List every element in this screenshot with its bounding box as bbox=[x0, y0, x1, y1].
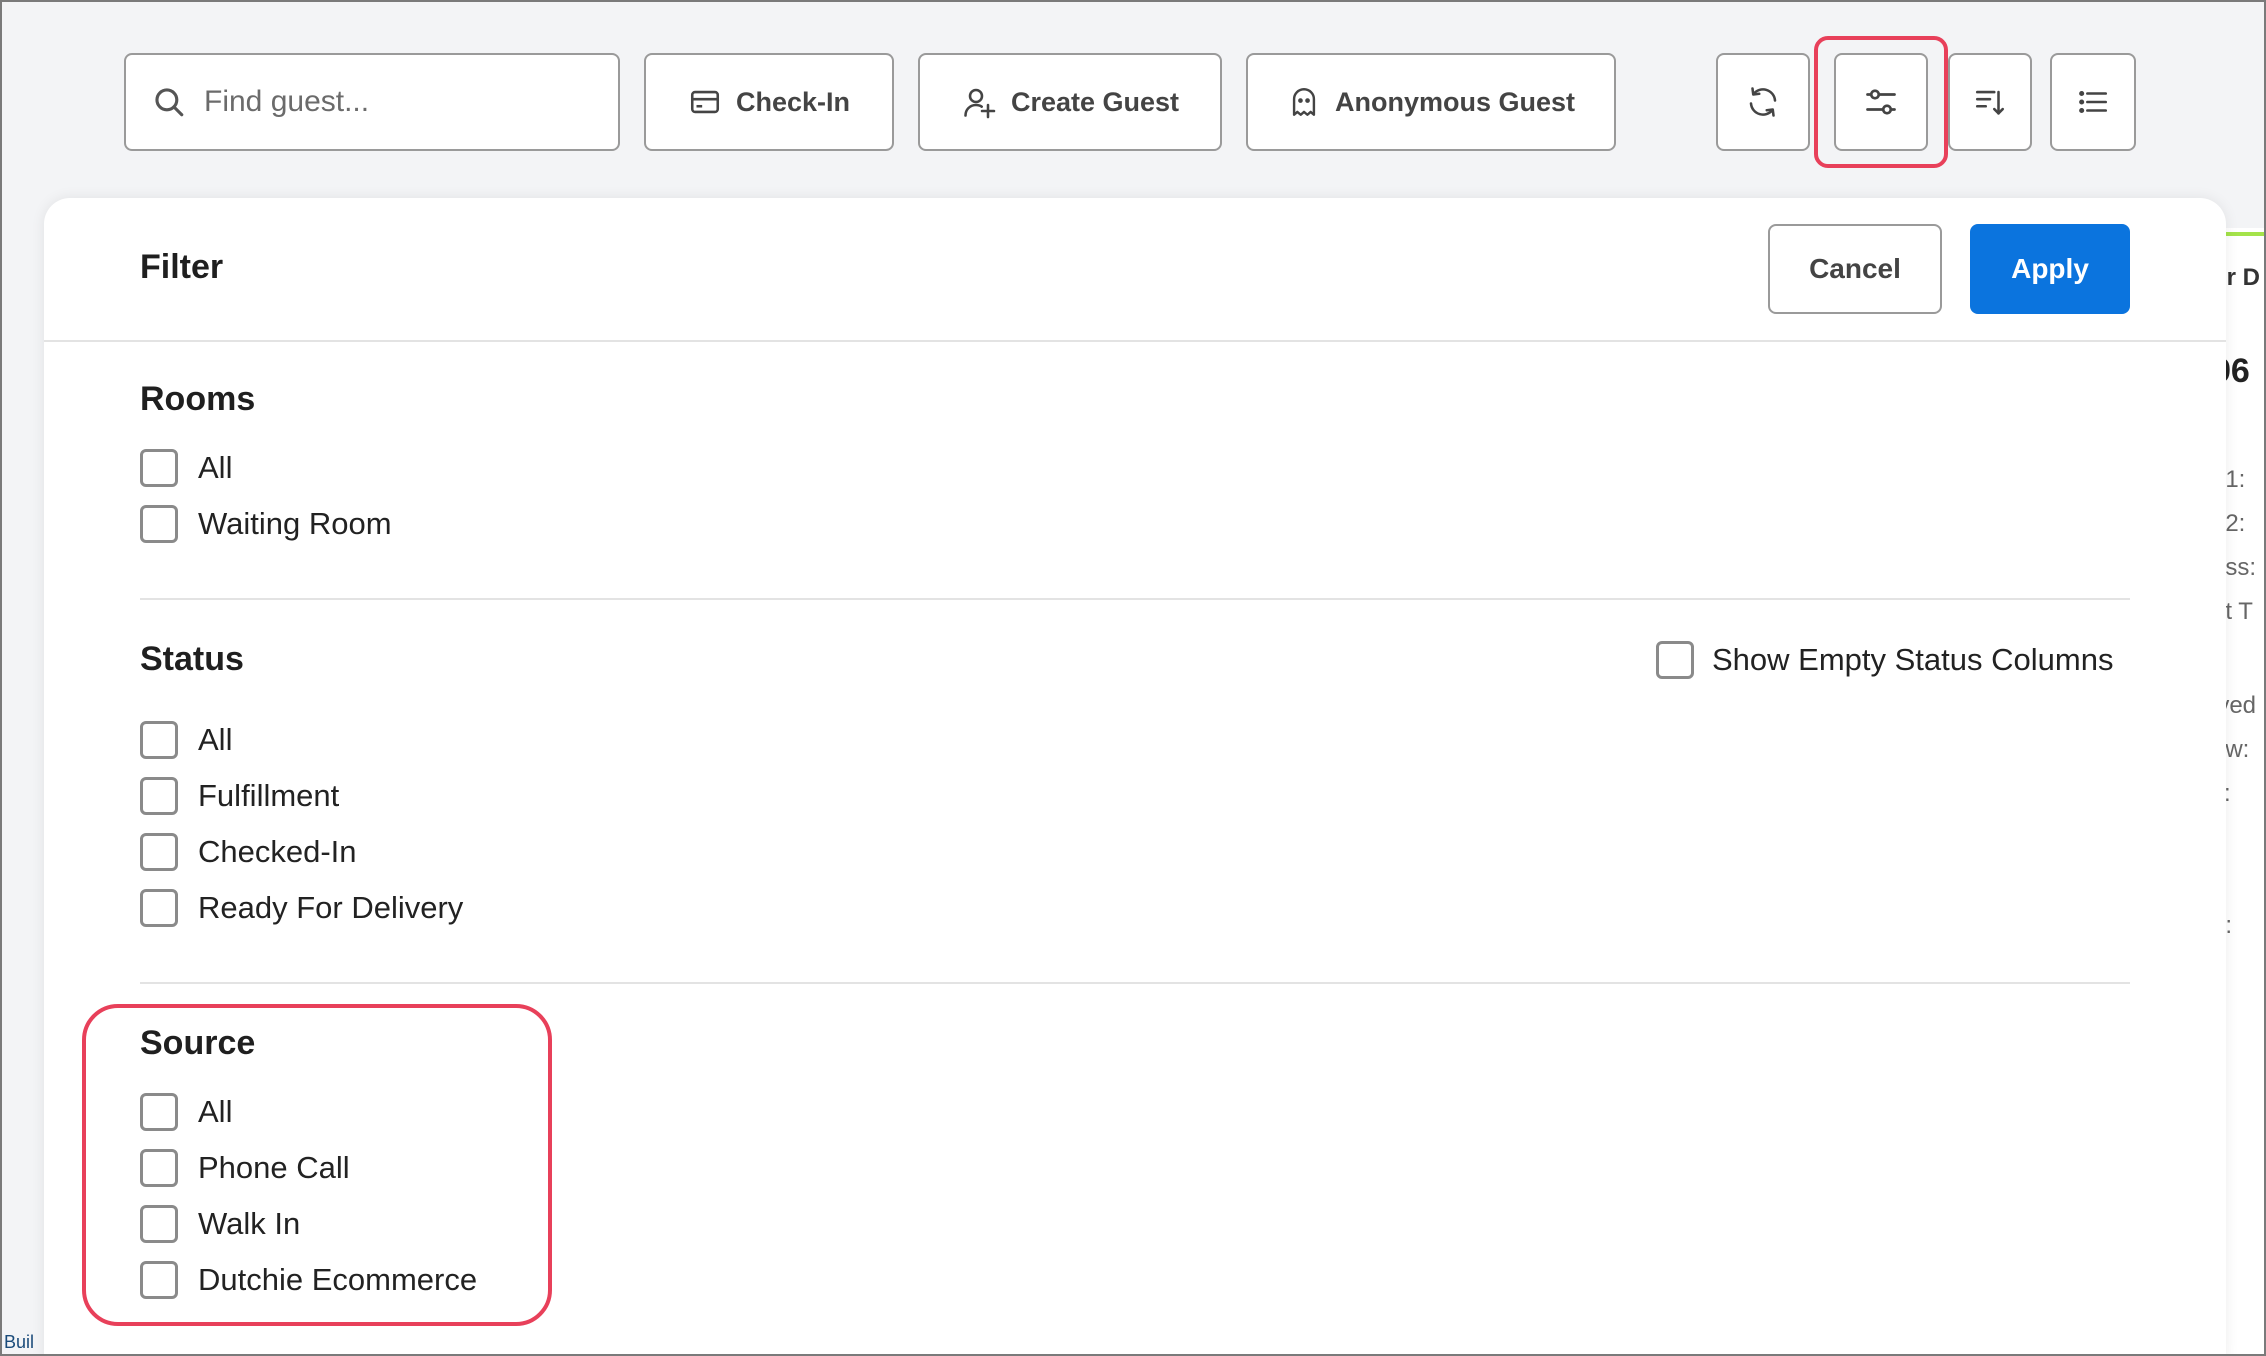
option-label: All bbox=[198, 450, 233, 485]
checkbox[interactable] bbox=[140, 1261, 178, 1299]
section-divider bbox=[140, 982, 2130, 984]
option-label: Show Empty Status Columns bbox=[1712, 642, 2114, 677]
filter-title: Filter bbox=[140, 248, 224, 286]
rooms-option-waiting-room[interactable]: Waiting Room bbox=[140, 504, 392, 544]
checkbox[interactable] bbox=[140, 1149, 178, 1187]
checkbox[interactable] bbox=[140, 721, 178, 759]
list-icon bbox=[2079, 90, 2108, 114]
source-option-walk-in[interactable]: Walk In bbox=[140, 1204, 300, 1244]
source-section-title: Source bbox=[140, 1024, 256, 1062]
option-label: Ready For Delivery bbox=[198, 890, 464, 925]
status-option-all[interactable]: All bbox=[140, 720, 232, 760]
option-label: Walk In bbox=[198, 1206, 301, 1241]
filter-panel: Filter Cancel Apply Rooms All Waiting Ro… bbox=[44, 198, 2226, 1354]
option-label: Dutchie Ecommerce bbox=[198, 1262, 478, 1297]
anonymous-guest-button[interactable]: Anonymous Guest bbox=[1246, 53, 1616, 151]
rooms-option-all[interactable]: All bbox=[140, 448, 232, 488]
source-option-all[interactable]: All bbox=[140, 1092, 232, 1132]
create-guest-label: Create Guest bbox=[1010, 86, 1180, 117]
option-label: Fulfillment bbox=[198, 778, 340, 813]
create-guest-button[interactable]: Create Guest bbox=[918, 53, 1222, 151]
section-divider bbox=[140, 598, 2130, 600]
status-option-ready-for-delivery[interactable]: Ready For Delivery bbox=[140, 888, 463, 928]
footer-text[interactable]: Buil bbox=[4, 1332, 34, 1353]
status-section-title: Status bbox=[140, 640, 244, 678]
checkbox[interactable] bbox=[140, 889, 178, 927]
source-option-dutchie-ecommerce[interactable]: Dutchie Ecommerce bbox=[140, 1260, 477, 1300]
cancel-button[interactable]: Cancel bbox=[1768, 224, 1942, 314]
page: Check-In Create Guest Anonymous Guest or… bbox=[0, 0, 2266, 1356]
checkbox[interactable] bbox=[140, 449, 178, 487]
checkbox[interactable] bbox=[140, 833, 178, 871]
search-input[interactable] bbox=[204, 85, 584, 119]
refresh-button[interactable] bbox=[1716, 53, 1810, 151]
refresh-icon bbox=[1749, 87, 1777, 117]
add-user-icon bbox=[964, 88, 996, 119]
status-option-fulfillment[interactable]: Fulfillment bbox=[140, 776, 339, 816]
search-icon bbox=[155, 88, 184, 117]
list-view-button[interactable] bbox=[2050, 53, 2136, 151]
status-option-checked-in[interactable]: Checked-In bbox=[140, 832, 357, 872]
ghost-icon bbox=[1292, 88, 1316, 116]
show-empty-status-columns-option[interactable]: Show Empty Status Columns bbox=[1656, 640, 2113, 680]
checkbox[interactable] bbox=[140, 777, 178, 815]
checkbox[interactable] bbox=[140, 1205, 178, 1243]
checkbox[interactable] bbox=[140, 1093, 178, 1131]
source-option-phone-call[interactable]: Phone Call bbox=[140, 1148, 350, 1188]
sort-button[interactable] bbox=[1948, 53, 2032, 151]
checkbox[interactable] bbox=[140, 505, 178, 543]
filter-button[interactable] bbox=[1834, 53, 1928, 151]
rooms-section-title: Rooms bbox=[140, 380, 256, 418]
sort-icon bbox=[1975, 90, 2005, 115]
check-in-label: Check-In bbox=[735, 86, 851, 117]
option-label: All bbox=[198, 722, 233, 757]
option-label: Waiting Room bbox=[198, 506, 392, 541]
option-label: Phone Call bbox=[198, 1150, 350, 1185]
checkbox[interactable] bbox=[1656, 641, 1694, 679]
option-label: All bbox=[198, 1094, 233, 1129]
check-in-button[interactable]: Check-In bbox=[644, 53, 894, 151]
option-label: Checked-In bbox=[198, 834, 357, 869]
apply-button[interactable]: Apply bbox=[1970, 224, 2130, 314]
anonymous-guest-label: Anonymous Guest bbox=[1334, 86, 1576, 117]
card-icon bbox=[690, 90, 720, 114]
sliders-icon bbox=[1866, 89, 1896, 115]
search-field[interactable] bbox=[124, 53, 620, 151]
filter-header: Filter Cancel Apply bbox=[44, 198, 2226, 342]
